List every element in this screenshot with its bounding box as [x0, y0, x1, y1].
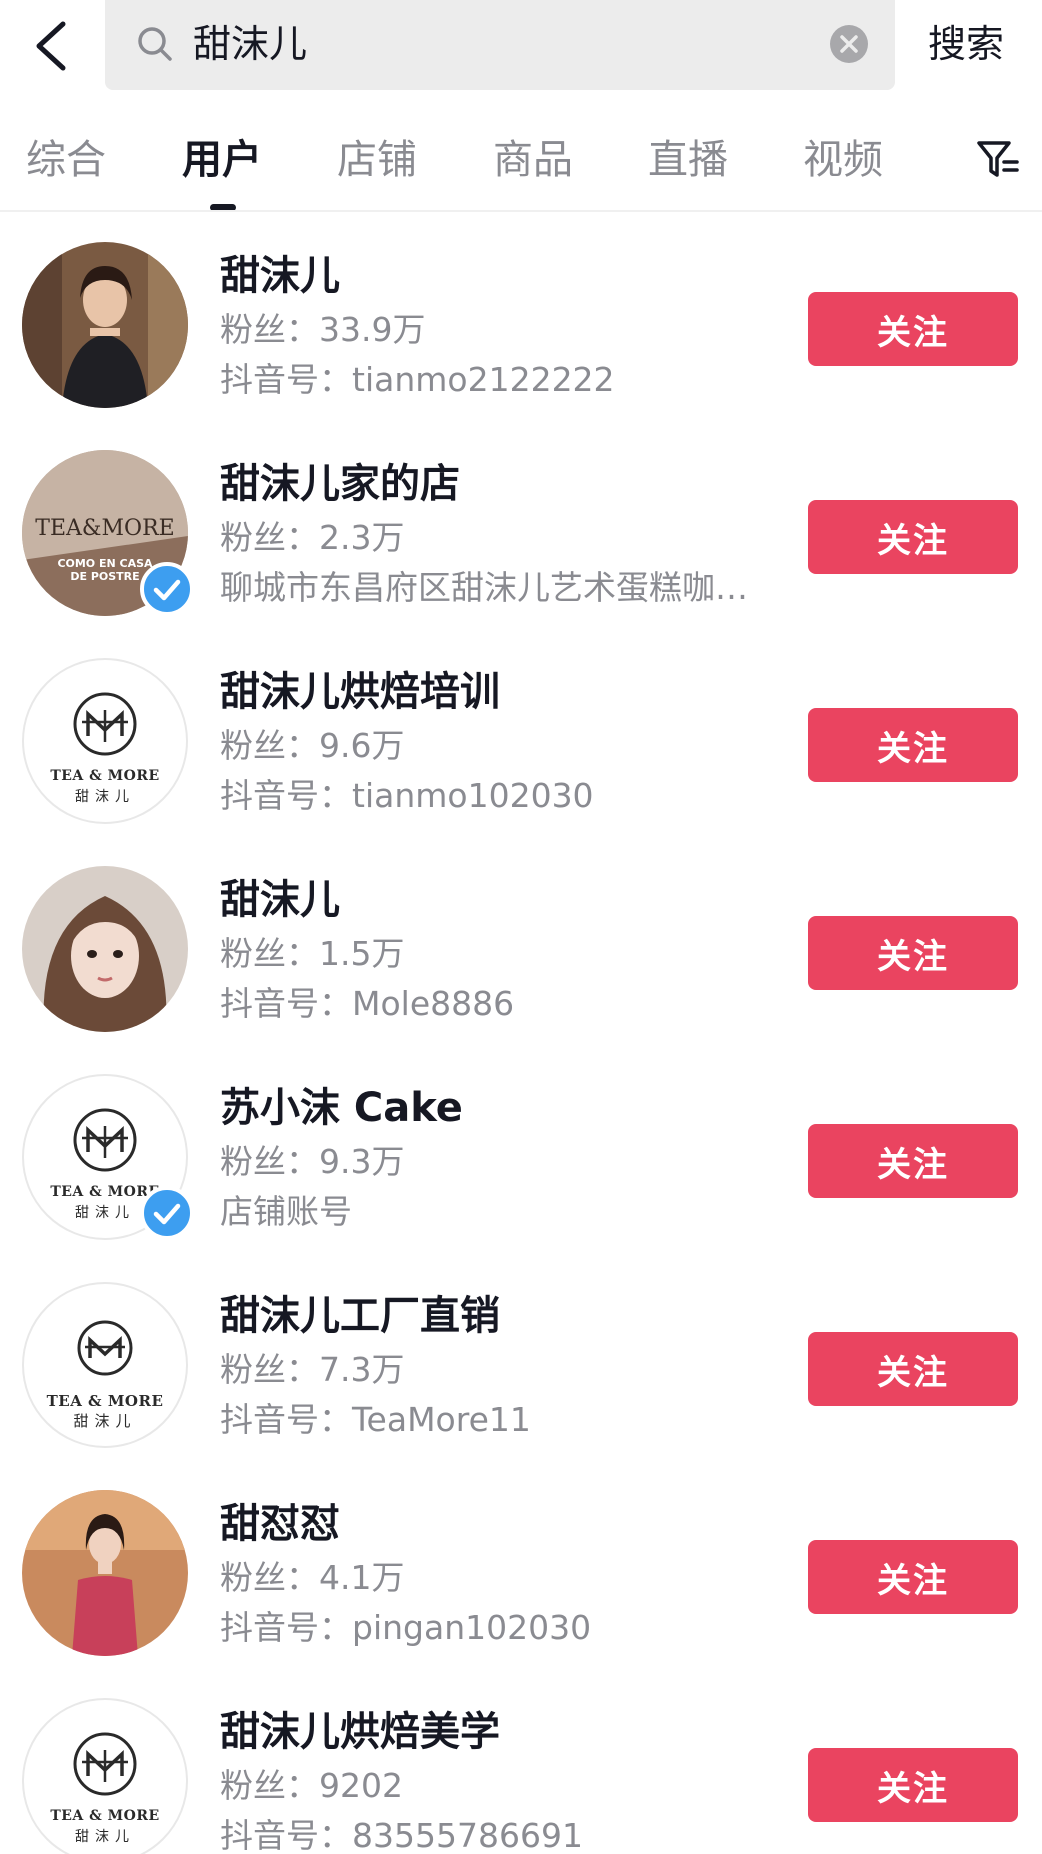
user-name: 甜沫儿家的店 — [220, 461, 460, 507]
check-icon — [153, 1203, 181, 1225]
user-name: 甜沫儿 — [220, 877, 340, 923]
tea-more-logo-avatar: TEA & MORE 甜沫儿 — [22, 1698, 188, 1854]
search-query-text: 甜沫儿 — [193, 22, 308, 66]
clear-search-icon[interactable] — [829, 24, 869, 64]
fans-count: 粉丝：7.3万 — [220, 1350, 405, 1389]
user-subtitle: 抖音号：83555786691 — [220, 1816, 583, 1854]
search-icon — [138, 27, 172, 61]
follow-button[interactable]: 关注 — [808, 1332, 1018, 1406]
user-subtitle: 抖音号：Mole8886 — [220, 984, 515, 1023]
tab-live[interactable]: 直播 — [648, 132, 728, 188]
filter-icon — [977, 141, 1019, 177]
user-subtitle: 抖音号：tianmo2122222 — [220, 360, 615, 399]
avatar[interactable] — [22, 242, 188, 408]
search-input[interactable]: 甜沫儿 — [105, 0, 895, 90]
avatar[interactable] — [22, 866, 188, 1032]
verified-badge — [140, 562, 194, 616]
user-row[interactable]: TEA & MORE 甜沫儿 甜沫儿工厂直销 粉丝：7.3万 抖音号：TeaMo… — [0, 1252, 1042, 1460]
fans-count: 粉丝：33.9万 — [220, 310, 426, 349]
follow-button[interactable]: 关注 — [808, 708, 1018, 782]
verified-badge — [140, 1186, 194, 1240]
user-subtitle: 抖音号：TeaMore11 — [220, 1400, 531, 1439]
fans-count: 粉丝：9.6万 — [220, 726, 405, 765]
avatar[interactable]: TEA & MORE 甜沫儿 — [22, 658, 188, 824]
avatar-photo — [22, 242, 188, 408]
follow-button[interactable]: 关注 — [808, 1540, 1018, 1614]
logo-cn-text: 甜沫儿 — [75, 1829, 135, 1845]
chevron-left-icon — [36, 21, 66, 71]
avatar[interactable]: TEA&MORE COMO EN CASA DE POSTRE — [22, 450, 194, 616]
user-row[interactable]: TEA & MORE 甜沫儿 苏小沫 Cake 粉丝：9.3万 店铺账号 关注 — [0, 1044, 1042, 1252]
avatar-photo — [22, 866, 188, 1032]
user-row[interactable]: 甜沫儿 粉丝：33.9万 抖音号：tianmo2122222 关注 — [0, 212, 1042, 420]
user-row[interactable]: 甜怼怼 粉丝：4.1万 抖音号：pingan102030 关注 — [0, 1460, 1042, 1668]
logo-en-text: TEA & MORE — [46, 1392, 164, 1410]
follow-button[interactable]: 关注 — [808, 292, 1018, 366]
user-name: 甜沫儿工厂直销 — [220, 1293, 500, 1339]
fans-count: 粉丝：9.3万 — [220, 1142, 405, 1181]
user-name: 甜沫儿烘焙美学 — [220, 1709, 500, 1755]
logo-cn-text: 甜沫儿 — [75, 789, 135, 805]
tab-products[interactable]: 商品 — [493, 132, 573, 188]
user-subtitle: 抖音号：tianmo102030 — [220, 776, 594, 815]
avatar[interactable]: TEA & MORE 甜沫儿 — [22, 1074, 194, 1240]
tab-all[interactable]: 综合 — [26, 132, 106, 188]
logo-en-text: TEA & MORE — [50, 1808, 160, 1824]
user-name: 甜怼怼 — [220, 1501, 340, 1547]
tea-more-logo-avatar: TEA & MORE 甜沫儿 — [22, 658, 188, 824]
fans-count: 粉丝：9202 — [220, 1766, 403, 1805]
result-type-tabs: 综合 用户 店铺 商品 直播 视频 — [0, 120, 1042, 211]
avatar-photo — [22, 1490, 188, 1656]
fans-count: 粉丝：2.3万 — [220, 518, 405, 557]
follow-button[interactable]: 关注 — [808, 1124, 1018, 1198]
tab-users[interactable]: 用户 — [182, 132, 262, 188]
avatar[interactable] — [22, 1490, 188, 1656]
user-row[interactable]: TEA & MORE 甜沫儿 甜沫儿烘焙美学 粉丝：9202 抖音号：83555… — [0, 1668, 1042, 1854]
user-row[interactable]: TEA&MORE COMO EN CASA DE POSTRE 甜沫儿家的店 粉… — [0, 420, 1042, 628]
logo-cn-text: 甜沫儿 — [73, 1412, 137, 1430]
fans-count: 粉丝：1.5万 — [220, 934, 405, 973]
search-results-page: 甜沫儿 搜索 综合 用户 店铺 商品 直播 视频 甜沫儿 粉丝：33.9万 抖音… — [0, 0, 1042, 1854]
user-subtitle: 聊城市东昌府区甜沫儿艺术蛋糕咖… — [220, 568, 748, 607]
avatar[interactable]: TEA & MORE 甜沫儿 — [22, 1698, 188, 1854]
tea-more-logo-avatar: TEA & MORE 甜沫儿 — [22, 1282, 188, 1448]
fans-count: 粉丝：4.1万 — [220, 1558, 405, 1597]
shop-logo-title: TEA&MORE — [35, 516, 175, 541]
filter-button[interactable] — [972, 132, 1024, 188]
follow-button[interactable]: 关注 — [808, 916, 1018, 990]
tab-shops[interactable]: 店铺 — [337, 132, 417, 188]
user-row[interactable]: TEA & MORE 甜沫儿 甜沫儿烘焙培训 粉丝：9.6万 抖音号：tianm… — [0, 628, 1042, 836]
back-button[interactable] — [18, 8, 82, 84]
user-subtitle: 抖音号：pingan102030 — [220, 1608, 592, 1647]
user-name: 苏小沫 Cake — [220, 1085, 463, 1131]
search-submit-button[interactable]: 搜索 — [928, 18, 1004, 70]
logo-en-text: TEA & MORE — [50, 768, 160, 784]
check-icon — [153, 579, 181, 601]
top-search-bar: 甜沫儿 搜索 — [0, 0, 1042, 100]
user-name: 甜沫儿烘焙培训 — [220, 669, 500, 715]
user-subtitle: 店铺账号 — [220, 1192, 352, 1231]
avatar[interactable]: TEA & MORE 甜沫儿 — [22, 1282, 188, 1448]
follow-button[interactable]: 关注 — [808, 500, 1018, 574]
user-row[interactable]: 甜沫儿 粉丝：1.5万 抖音号：Mole8886 关注 — [0, 836, 1042, 1044]
user-name: 甜沫儿 — [220, 253, 340, 299]
follow-button[interactable]: 关注 — [808, 1748, 1018, 1822]
tab-videos[interactable]: 视频 — [803, 132, 883, 188]
